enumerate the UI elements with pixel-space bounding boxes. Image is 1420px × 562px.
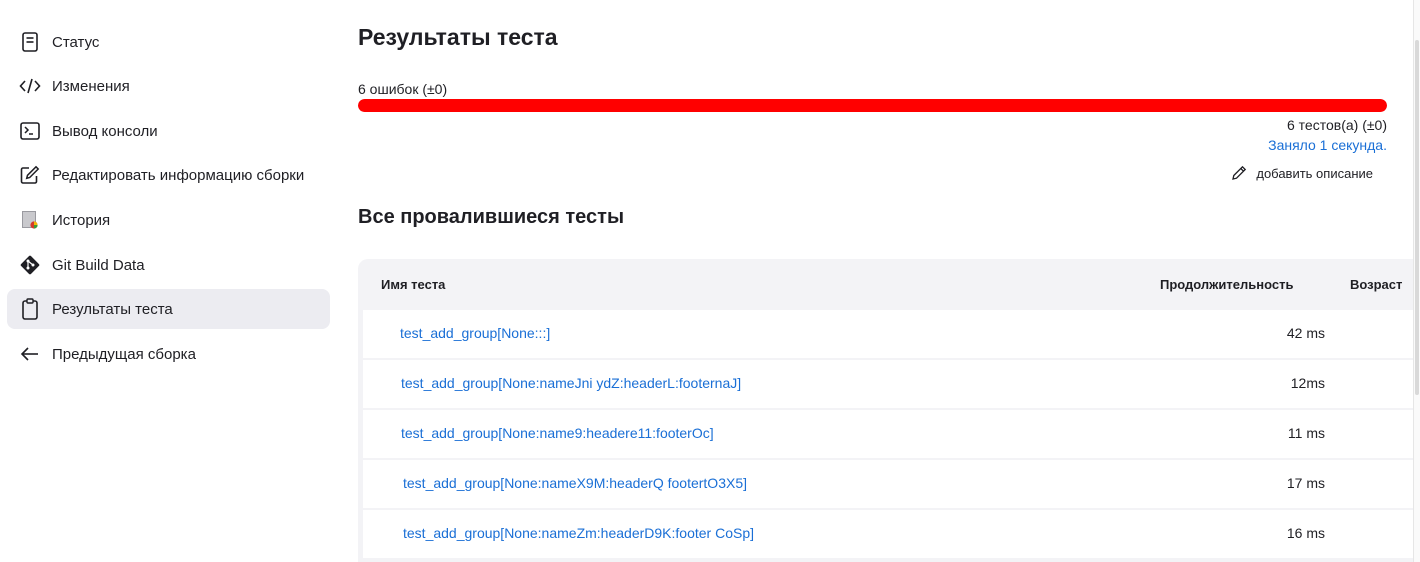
- clipboard-icon: [19, 298, 41, 320]
- add-description-label: добавить описание: [1256, 165, 1373, 181]
- test-link[interactable]: test_add_group[None:nameX9M:headerQ foot…: [403, 475, 747, 491]
- sidebar-item-label: Редактировать информацию сборки: [52, 166, 305, 184]
- page-title: Результаты теста: [358, 24, 558, 50]
- test-duration: 11 ms: [1287, 425, 1325, 441]
- sidebar-item-git-build-data[interactable]: Git Build Data: [7, 245, 330, 285]
- sidebar-item-label: Git Build Data: [52, 256, 145, 274]
- failed-tests-table: Имя теста Продолжительность Возраст test…: [358, 259, 1420, 562]
- sidebar: Статус Изменения Вывод консоли Редактиро…: [0, 0, 340, 562]
- table-row: test_add_group[None:nameX9M:headerQ foot…: [363, 460, 1420, 508]
- fail-progress-fill: [358, 99, 1387, 112]
- git-icon: [19, 254, 41, 276]
- column-header-age[interactable]: Возраст: [1350, 277, 1402, 292]
- scrollbar[interactable]: [1413, 0, 1420, 562]
- main-content: Результаты теста 6 ошибок (±0) 6 тестов(…: [358, 0, 1420, 562]
- sidebar-item-edit-build-info[interactable]: Редактировать информацию сборки: [7, 155, 330, 195]
- test-duration: 42 ms: [1286, 325, 1325, 341]
- fail-progress-bar: [358, 99, 1387, 112]
- tests-total: 6 тестов(а) (±0): [1287, 117, 1387, 133]
- terminal-icon: [19, 120, 41, 142]
- fail-summary: 6 ошибок (±0): [358, 81, 448, 97]
- test-duration: 16 ms: [1286, 525, 1325, 541]
- table-row: test_add_group[None:name9:headere11:foot…: [363, 410, 1420, 458]
- sidebar-item-console[interactable]: Вывод консоли: [7, 111, 330, 151]
- test-duration: 12ms: [1290, 375, 1325, 391]
- sidebar-item-label: История: [52, 211, 111, 229]
- sidebar-item-label: Изменения: [52, 77, 130, 95]
- sidebar-item-status[interactable]: Статус: [7, 22, 330, 62]
- sidebar-item-label: Статус: [52, 33, 100, 51]
- history-icon: [19, 209, 41, 231]
- section-title: Все провалившиеся тесты: [358, 206, 625, 228]
- sidebar-item-previous-build[interactable]: Предыдущая сборка: [7, 334, 330, 374]
- table-row: test_add_group[None:nameJni ydZ:headerL:…: [363, 360, 1420, 408]
- sidebar-item-label: Результаты теста: [52, 300, 173, 318]
- test-duration: 17 ms: [1286, 475, 1325, 491]
- code-icon: [19, 75, 41, 97]
- sidebar-item-label: Вывод консоли: [52, 122, 158, 140]
- test-link[interactable]: test_add_group[None:nameJni ydZ:headerL:…: [401, 375, 741, 391]
- test-link[interactable]: test_add_group[None:nameZm:headerD9K:foo…: [403, 525, 754, 541]
- scrollbar-thumb[interactable]: [1415, 40, 1419, 395]
- arrow-left-icon: [19, 343, 41, 365]
- column-header-duration[interactable]: Продолжительность: [1160, 277, 1293, 292]
- sidebar-item-changes[interactable]: Изменения: [7, 66, 330, 106]
- document-icon: [19, 31, 41, 53]
- test-link[interactable]: test_add_group[None:::]: [400, 325, 550, 341]
- table-row: test_add_group[None:nameZm:headerD9K:foo…: [363, 510, 1420, 558]
- table-row: test_add_group[None:::] 42 ms: [363, 310, 1420, 358]
- sidebar-item-label: Предыдущая сборка: [52, 345, 196, 363]
- test-link[interactable]: test_add_group[None:name9:headere11:foot…: [401, 425, 714, 441]
- pencil-icon: [1232, 165, 1247, 180]
- edit-icon: [19, 164, 41, 186]
- column-header-name[interactable]: Имя теста: [381, 277, 445, 292]
- sidebar-item-test-results[interactable]: Результаты теста: [7, 289, 330, 329]
- add-description-button[interactable]: добавить описание: [1231, 165, 1373, 181]
- duration-link[interactable]: Заняло 1 секунда.: [1268, 137, 1387, 153]
- sidebar-item-history[interactable]: История: [7, 200, 330, 240]
